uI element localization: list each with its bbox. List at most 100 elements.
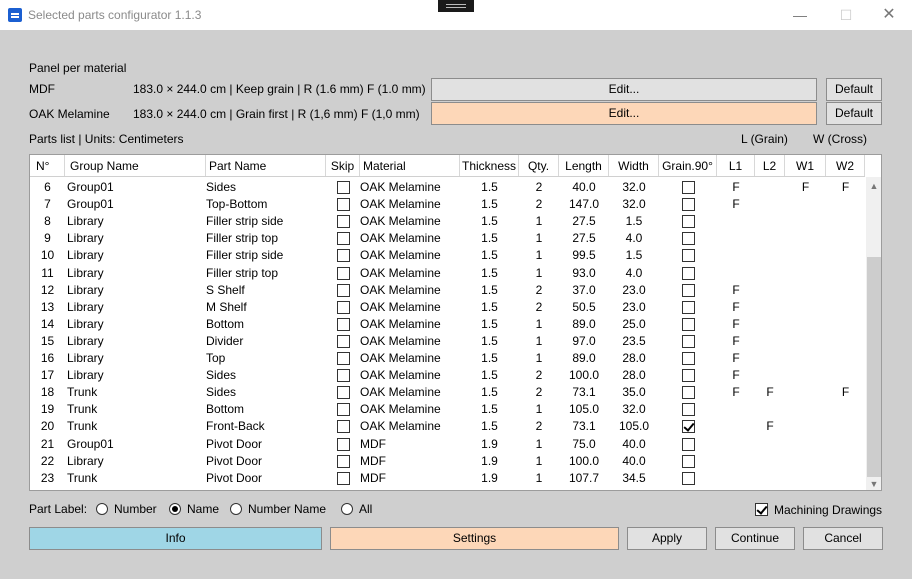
- table-row[interactable]: 9 Library Filler strip top OAK Melamine 1.5 1…: [30, 230, 865, 247]
- grain90-checkbox[interactable]: [682, 266, 695, 280]
- skip-checkbox[interactable]: [337, 181, 350, 194]
- table-row[interactable]: 15 Library Divider OAK Melamine 1.5 1 97.0 23.5…: [30, 333, 865, 350]
- table-row[interactable]: 18 Trunk Sides OAK Melamine 1.5 2 73.1 35.0 F F F: [30, 384, 865, 401]
- column-header-l2[interactable]: L2: [755, 155, 785, 176]
- skip-checkbox[interactable]: [337, 437, 350, 451]
- part-label-option-text[interactable]: Number Name: [248, 502, 326, 516]
- column-header-width[interactable]: Width: [609, 155, 659, 176]
- table-row[interactable]: 17 Library Sides OAK Melamine 1.5 2 100.0 28.0 F: [30, 367, 865, 384]
- maximize-button[interactable]: ☐: [823, 0, 869, 30]
- column-header-thickness[interactable]: Thickness: [460, 155, 519, 176]
- grain90-checkbox[interactable]: [682, 437, 695, 451]
- part-label-radio-name[interactable]: [169, 503, 181, 515]
- grain90-checkbox[interactable]: [682, 317, 695, 331]
- minimize-button[interactable]: —: [777, 0, 823, 30]
- part-label-radio-number[interactable]: [96, 503, 108, 515]
- machining-drawings-checkbox[interactable]: [755, 503, 768, 516]
- part-label-option-text[interactable]: Name: [187, 502, 219, 516]
- info-button[interactable]: Info: [29, 527, 322, 550]
- column-header-group[interactable]: Group Name: [65, 155, 206, 176]
- edit-mdf-button[interactable]: Edit...: [431, 78, 817, 101]
- skip-checkbox[interactable]: [337, 403, 350, 417]
- edit-oak-button[interactable]: Edit...: [431, 102, 817, 125]
- grain90-checkbox[interactable]: [682, 249, 695, 263]
- continue-button[interactable]: Continue: [715, 527, 795, 550]
- grain90-checkbox[interactable]: [682, 369, 695, 383]
- skip-checkbox[interactable]: [337, 369, 350, 383]
- grain90-checkbox[interactable]: [682, 420, 695, 434]
- column-header-grain90[interactable]: Grain.90°: [659, 155, 717, 176]
- table-row[interactable]: 22 Library Pivot Door MDF 1.9 1 100.0 40.0: [30, 453, 865, 470]
- skip-checkbox[interactable]: [337, 198, 350, 212]
- part-label-option-text[interactable]: All: [359, 502, 372, 516]
- table-row[interactable]: 20 Trunk Front-Back OAK Melamine 1.5 2 73.1 105…: [30, 418, 865, 435]
- apply-button[interactable]: Apply: [627, 527, 707, 550]
- cell-material: OAK Melamine: [360, 316, 441, 331]
- grain90-checkbox[interactable]: [682, 283, 695, 297]
- skip-checkbox[interactable]: [337, 266, 350, 280]
- table-row[interactable]: 14 Library Bottom OAK Melamine 1.5 1 89.0 25.0 F: [30, 316, 865, 333]
- grain90-checkbox[interactable]: [682, 454, 695, 468]
- skip-checkbox[interactable]: [337, 300, 350, 314]
- column-header-qty[interactable]: Qty.: [519, 155, 559, 176]
- grain90-checkbox[interactable]: [682, 198, 695, 212]
- skip-checkbox[interactable]: [337, 386, 350, 400]
- grain90-checkbox[interactable]: [682, 300, 695, 314]
- table-row[interactable]: 12 Library S Shelf OAK Melamine 1.5 2 37.0 23.0…: [30, 282, 865, 299]
- table-row[interactable]: 13 Library M Shelf OAK Melamine 1.5 2 50.5 23.0…: [30, 299, 865, 316]
- skip-checkbox[interactable]: [337, 334, 350, 348]
- cancel-button[interactable]: Cancel: [803, 527, 883, 550]
- table-row[interactable]: 7 Group01 Top-Bottom OAK Melamine 1.5 2 147.0 3…: [30, 196, 865, 213]
- drag-grip-icon[interactable]: [438, 0, 474, 12]
- grain90-checkbox[interactable]: [682, 232, 695, 246]
- table-row[interactable]: 16 Library Top OAK Melamine 1.5 1 89.0 28.0 F: [30, 350, 865, 367]
- part-label-radio-number-name[interactable]: [230, 503, 242, 515]
- column-header-length[interactable]: Length: [559, 155, 609, 176]
- column-header-skip[interactable]: Skip: [326, 155, 360, 176]
- cell-group: Library: [67, 282, 104, 297]
- column-header-w2[interactable]: W2: [826, 155, 865, 176]
- default-mdf-button[interactable]: Default: [826, 78, 882, 101]
- part-label-option-text[interactable]: Number: [114, 502, 157, 516]
- table-row[interactable]: 11 Library Filler strip top OAK Melamine 1.5…: [30, 265, 865, 282]
- cell-w2: [826, 453, 865, 470]
- column-header-w1[interactable]: W1: [785, 155, 826, 176]
- column-header-material[interactable]: Material: [360, 155, 460, 176]
- parts-table[interactable]: N° Group Name Part Name Skip Material Thickne…: [29, 154, 882, 491]
- skip-checkbox[interactable]: [337, 249, 350, 263]
- close-button[interactable]: ✕: [866, 0, 912, 30]
- column-header-l1[interactable]: L1: [717, 155, 755, 176]
- grain90-checkbox[interactable]: [682, 471, 695, 485]
- grain90-checkbox[interactable]: [682, 215, 695, 229]
- skip-checkbox[interactable]: [337, 454, 350, 468]
- skip-checkbox[interactable]: [337, 215, 350, 229]
- table-row[interactable]: 8 Library Filler strip side OAK Melamine 1.5…: [30, 213, 865, 230]
- column-header-part[interactable]: Part Name: [206, 155, 326, 176]
- grain90-checkbox[interactable]: [682, 352, 695, 365]
- scroll-up-icon[interactable]: ▲: [866, 179, 881, 193]
- skip-checkbox[interactable]: [337, 352, 350, 365]
- table-row[interactable]: 10 Library Filler strip side OAK Melamine 1.…: [30, 247, 865, 264]
- table-row[interactable]: 19 Trunk Bottom OAK Melamine 1.5 1 105.0 32.0: [30, 401, 865, 418]
- table-row[interactable]: 21 Group01 Pivot Door MDF 1.9 1 75.0 40.0: [30, 436, 865, 453]
- grain90-checkbox[interactable]: [682, 334, 695, 348]
- skip-checkbox[interactable]: [337, 317, 350, 331]
- vertical-scrollbar[interactable]: ▲ ▼: [866, 177, 881, 490]
- part-label-radio-all[interactable]: [341, 503, 353, 515]
- cell-n: 23: [40, 470, 55, 485]
- skip-checkbox[interactable]: [337, 232, 350, 246]
- default-oak-button[interactable]: Default: [826, 102, 882, 125]
- table-row[interactable]: 6 Group01 Sides OAK Melamine 1.5 2 40.0 32.0 F F F: [30, 179, 865, 196]
- skip-checkbox[interactable]: [337, 471, 350, 485]
- skip-checkbox[interactable]: [337, 283, 350, 297]
- scroll-down-icon[interactable]: ▼: [866, 477, 881, 490]
- grain90-checkbox[interactable]: [682, 181, 695, 194]
- column-header-n[interactable]: N°: [30, 155, 65, 176]
- table-row[interactable]: 23 Trunk Pivot Door MDF 1.9 1 107.7 34.5: [30, 470, 865, 487]
- scroll-thumb[interactable]: [867, 257, 881, 477]
- skip-checkbox[interactable]: [337, 420, 350, 434]
- grain90-checkbox[interactable]: [682, 386, 695, 400]
- settings-button[interactable]: Settings: [330, 527, 619, 550]
- cell-width: 4.0: [625, 231, 643, 246]
- grain90-checkbox[interactable]: [682, 403, 695, 417]
